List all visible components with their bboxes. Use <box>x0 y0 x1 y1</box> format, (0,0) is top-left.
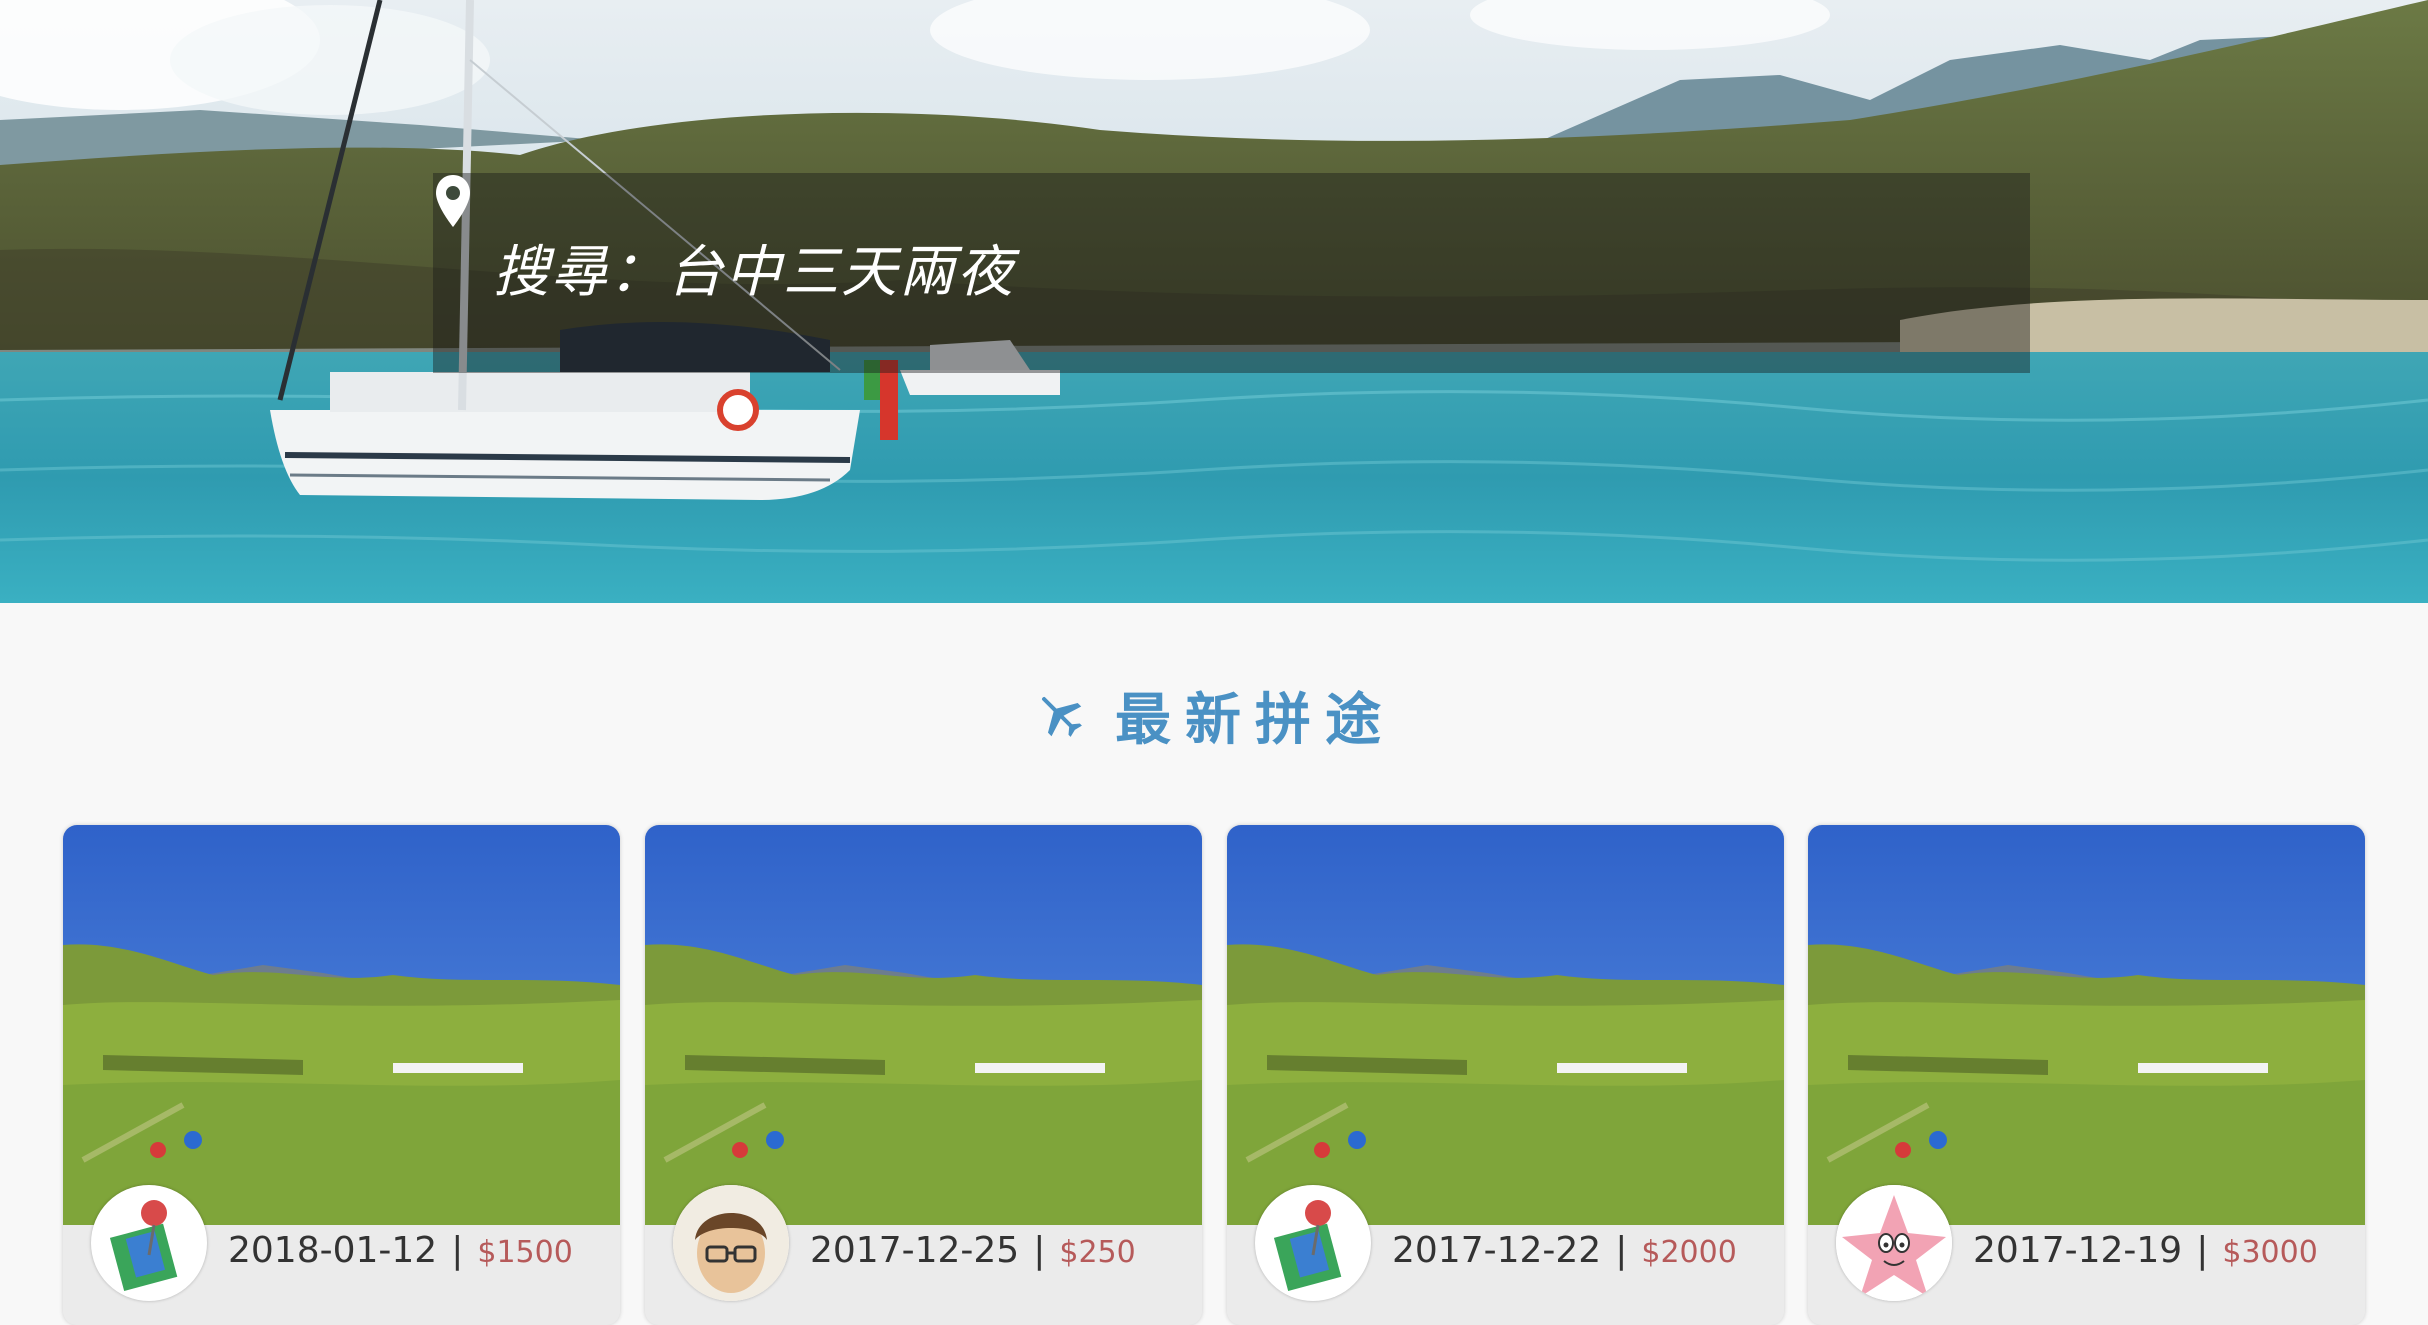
hero-banner <box>0 0 2428 603</box>
trip-card[interactable]: 2018-01-12 | $1500 <box>63 825 620 1325</box>
trip-card-image <box>645 825 1202 1225</box>
meta-separator: | <box>451 1230 464 1271</box>
trip-card-image <box>1227 825 1784 1225</box>
starfish-avatar-icon <box>1836 1185 1952 1301</box>
trip-price: $1500 <box>477 1235 573 1270</box>
user-avatar[interactable] <box>1836 1185 1952 1301</box>
trip-card-meta: 2017-12-25 | $250 <box>810 1230 1136 1271</box>
trip-price: $3000 <box>2222 1235 2318 1270</box>
user-avatar[interactable] <box>673 1185 789 1301</box>
meta-separator: | <box>1033 1230 1046 1271</box>
search-input[interactable] <box>493 173 1793 373</box>
trip-card[interactable]: 2017-12-25 | $250 <box>645 825 1202 1325</box>
search-bar <box>433 173 2030 373</box>
trip-date: 2018-01-12 <box>228 1230 438 1271</box>
meta-separator: | <box>2196 1230 2209 1271</box>
trip-date: 2017-12-19 <box>1973 1230 2183 1271</box>
trip-card[interactable]: 2017-12-19 | $3000 <box>1808 825 2365 1325</box>
map-pin-avatar-icon <box>109 1200 178 1292</box>
section-title: 最新拼途 <box>1115 687 1395 753</box>
trip-price: $2000 <box>1641 1235 1737 1270</box>
trip-card-meta: 2017-12-22 | $2000 <box>1392 1230 1737 1271</box>
location-pin-icon[interactable] <box>433 173 473 229</box>
trip-card[interactable]: 2017-12-22 | $2000 <box>1227 825 1784 1325</box>
trip-price: $250 <box>1059 1235 1136 1270</box>
trip-card-image <box>1808 825 2365 1225</box>
map-pin-avatar-icon <box>1273 1200 1342 1292</box>
trip-card-meta: 2017-12-19 | $3000 <box>1973 1230 2318 1271</box>
airplane-icon <box>1041 696 1082 737</box>
meta-separator: | <box>1615 1230 1628 1271</box>
trip-card-image <box>63 825 620 1225</box>
trip-date: 2017-12-22 <box>1392 1230 1602 1271</box>
user-avatar[interactable] <box>1255 1185 1371 1301</box>
cartoon-man-avatar-icon <box>673 1185 789 1301</box>
latest-trips-heading: 最新拼途 <box>0 670 2428 760</box>
user-avatar[interactable] <box>91 1185 207 1301</box>
trip-card-meta: 2018-01-12 | $1500 <box>228 1230 573 1271</box>
trip-date: 2017-12-25 <box>810 1230 1020 1271</box>
